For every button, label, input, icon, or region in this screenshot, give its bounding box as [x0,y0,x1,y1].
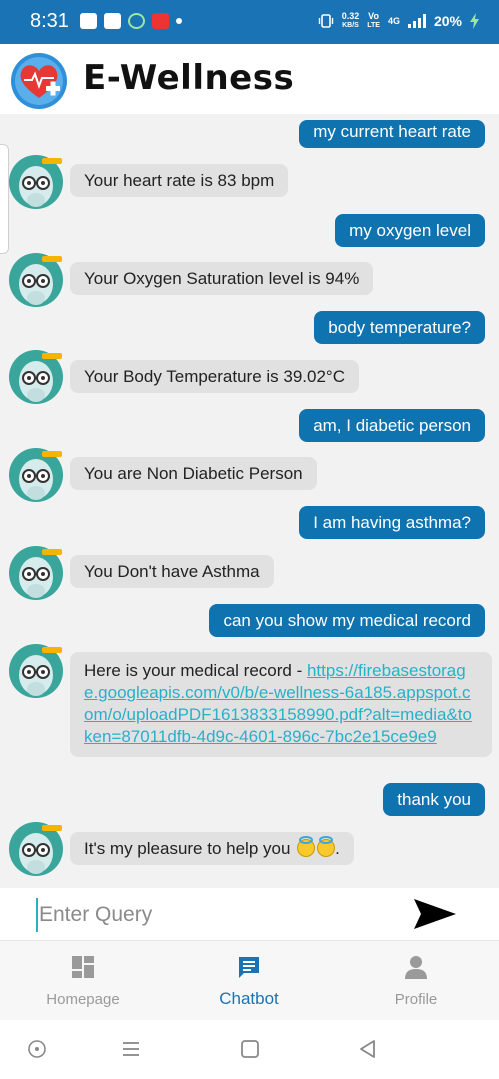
app-header: E-Wellness [0,44,499,114]
video-notification-icon [152,13,169,29]
chat-icon [239,957,259,978]
user-message: can you show my medical record [209,604,485,637]
bot-message: Your Body Temperature is 39.02°C [70,360,360,393]
more-notifications-dot-icon [176,18,182,24]
query-input[interactable] [36,898,386,932]
nav-label: Chatbot [219,989,279,1008]
youtube-notification-icon [104,13,121,29]
bot-message: You are Non Diabetic Person [70,457,317,490]
nav-chatbot[interactable]: Chatbot [166,941,332,1021]
bot-avatar-icon [8,154,64,210]
bot-avatar-icon [8,643,64,699]
smiling-halo-emoji-icon [297,836,316,857]
home-icon[interactable] [239,1038,261,1060]
user-message: thank you [383,783,485,816]
bot-avatar-icon [8,821,64,877]
status-right: 0.32 KB/S Vo LTE 4G 20% [318,12,479,30]
charging-bolt-icon [470,13,479,29]
bot-message-medical-record: Here is your medical record - https://fi… [70,652,492,757]
chat-area[interactable]: my current heart rate Your heart rate is… [0,114,499,888]
bot-avatar-icon [8,349,64,405]
network-type: 4G [387,15,400,26]
bot-avatar-icon [8,545,64,601]
signal-icon [407,14,426,28]
net-speed: 0.32 KB/S [342,12,360,30]
volte-bottom: LTE [367,22,380,29]
system-navigation [0,1020,499,1079]
net-speed-unit: KB/S [342,22,359,29]
nav-profile[interactable]: Profile [333,941,499,1021]
status-bar: 8:31 0.32 KB/S Vo LTE 4G 20% [0,0,499,44]
status-time: 8:31 [30,10,69,32]
accessibility-icon[interactable] [26,1038,48,1060]
bot-message: Your Oxygen Saturation level is 94% [70,262,374,295]
bot-message-text: It's my pleasure to help you [84,839,291,858]
user-message: body temperature? [314,311,485,344]
sync-notification-icon [128,13,145,29]
user-message: my current heart rate [299,120,485,148]
bot-message: It's my pleasure to help you . [70,832,354,865]
bot-avatar-icon [8,252,64,308]
user-message: my oxygen level [335,214,485,247]
bot-message-text: Here is your medical record - [84,661,307,680]
bot-avatar-icon [8,447,64,503]
volte-indicator: Vo LTE [367,12,380,30]
send-icon[interactable] [412,896,458,932]
net-speed-value: 0.32 [341,11,360,21]
volte-top: Vo [368,11,380,21]
app-title: E-Wellness [83,58,295,98]
battery-percent: 20% [433,13,462,29]
user-message: I am having asthma? [299,506,485,539]
heart-plus-logo-icon [11,53,67,109]
notification-icons [80,13,182,29]
nav-label: Profile [394,991,438,1008]
nav-label: Homepage [46,991,120,1008]
notification-app-icon [80,13,97,29]
dashboard-icon [72,956,94,978]
nav-homepage[interactable]: Homepage [0,941,166,1021]
bot-message: Your heart rate is 83 bpm [70,164,289,197]
bot-message-suffix: . [335,839,340,858]
bottom-navigation: Homepage Chatbot Profile [0,940,499,1020]
query-bar [0,888,499,940]
back-icon[interactable] [357,1038,379,1060]
bot-message: You Don't have Asthma [70,555,274,588]
user-message: am, I diabetic person [299,409,485,442]
person-icon [405,956,427,979]
smiling-halo-emoji-icon [317,836,336,857]
recents-icon[interactable] [120,1038,142,1060]
vibrate-icon [318,14,333,28]
